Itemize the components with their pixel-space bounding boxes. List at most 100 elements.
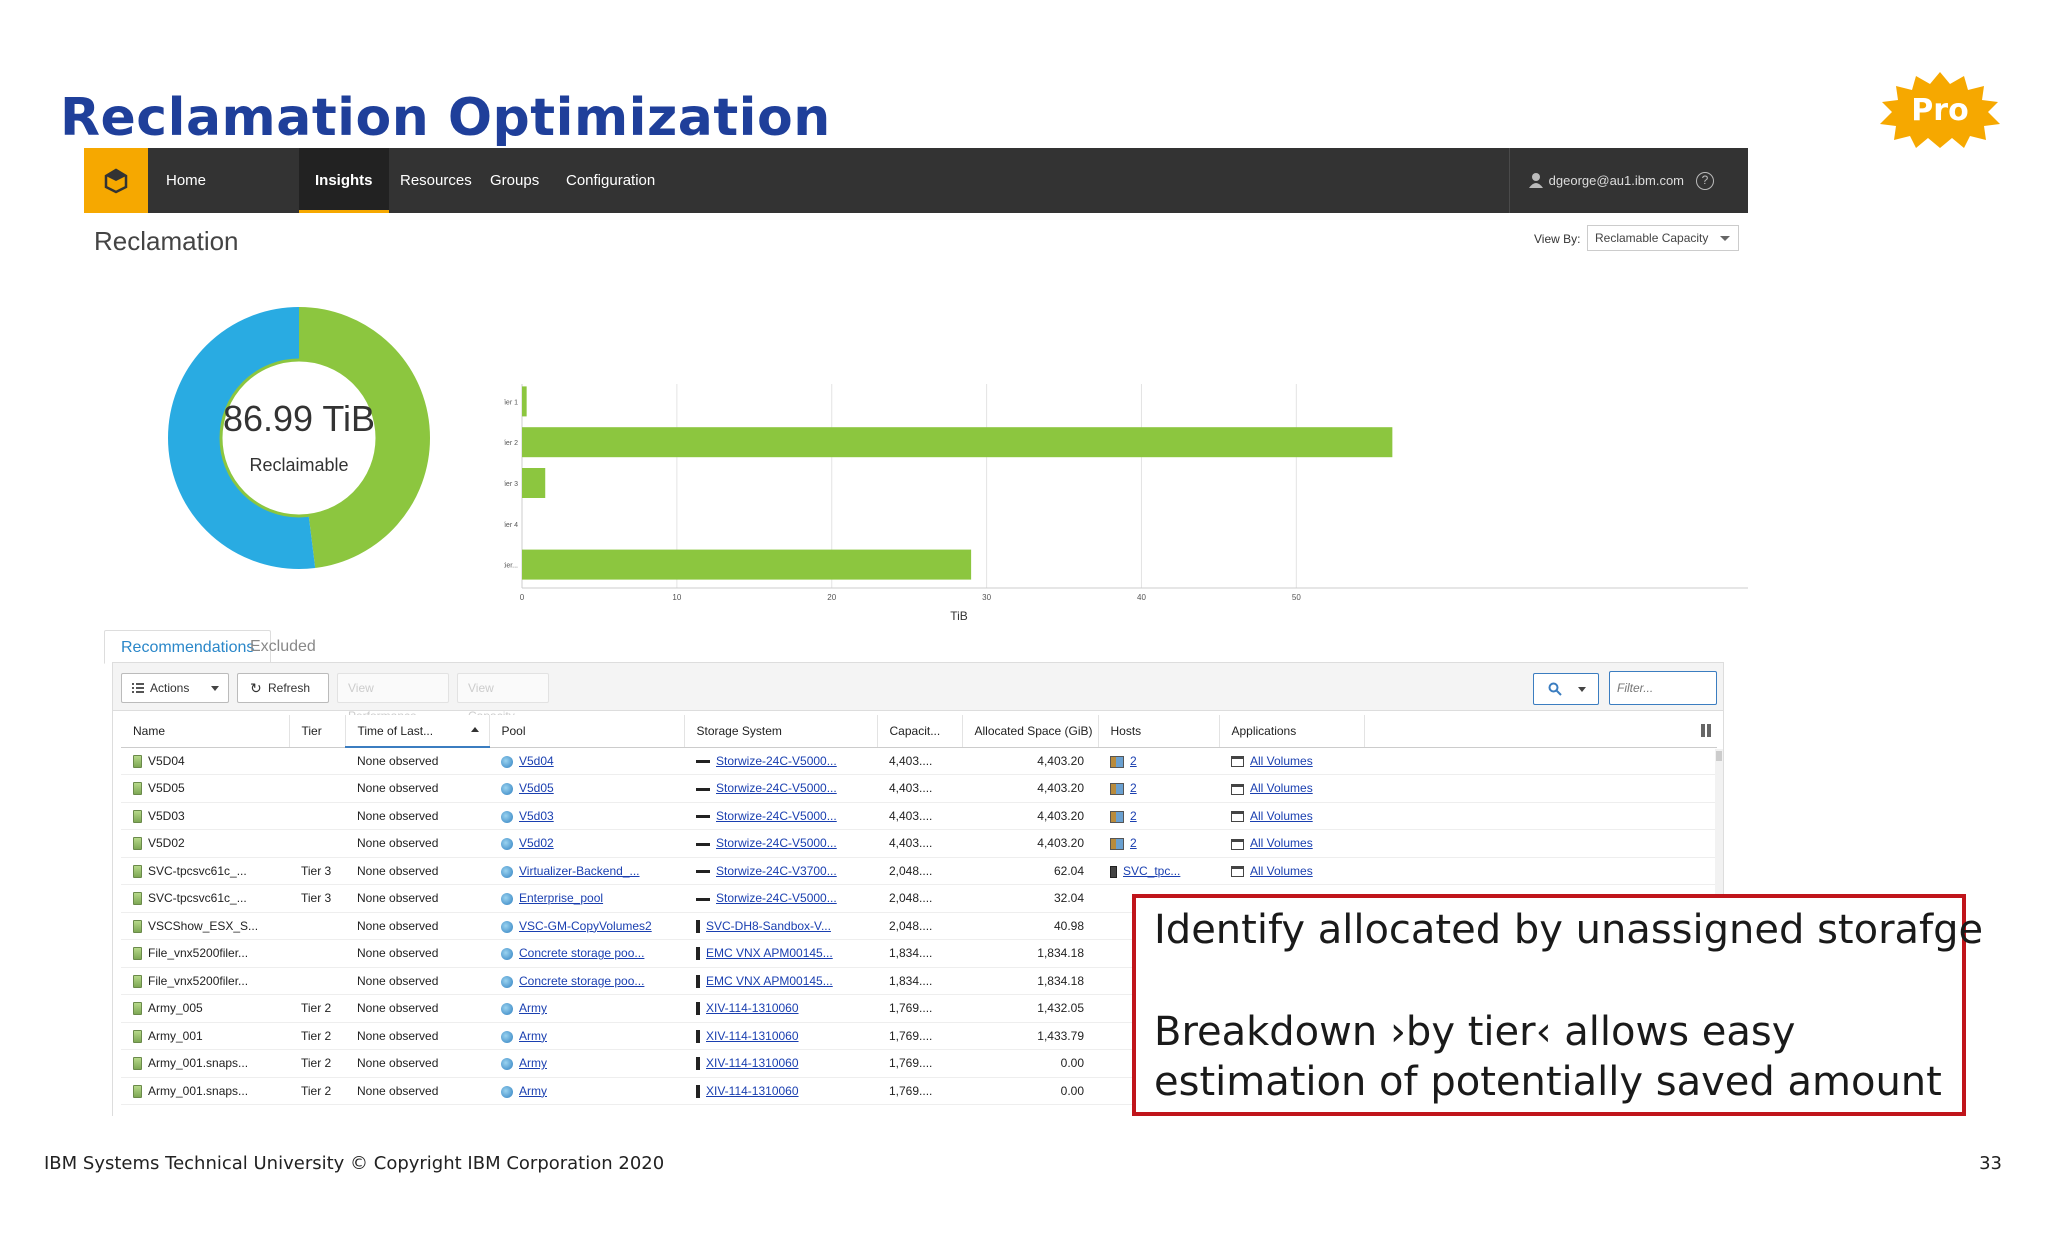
col-capacity[interactable]: Capacit... [877, 715, 963, 748]
tab-excluded[interactable]: Excluded [234, 630, 332, 664]
cell-storage-system: Storwize-24C-V5000... [684, 802, 877, 830]
column-chooser-icon[interactable] [1701, 724, 1711, 737]
col-allocated-space[interactable]: Allocated Space (GiB) [962, 715, 1099, 748]
storage-system-link[interactable]: Storwize-24C-V5000... [716, 809, 837, 823]
hosts-link[interactable]: 2 [1130, 754, 1137, 768]
hosts-link[interactable]: 2 [1130, 836, 1137, 850]
applications-link[interactable]: All Volumes [1250, 836, 1313, 850]
storage-system-link[interactable]: EMC VNX APM00145... [706, 974, 833, 988]
table-row[interactable]: V5D03 None observed V5d03 Storwize-24C-V500… [121, 802, 1717, 830]
cell-hosts: 2 [1098, 774, 1219, 803]
pool-link[interactable]: V5d05 [519, 781, 554, 795]
pool-link[interactable]: VSC-GM-CopyVolumes2 [519, 919, 652, 933]
pool-link[interactable]: V5d02 [519, 836, 554, 850]
cell-tier [289, 774, 345, 803]
pool-link[interactable]: V5d03 [519, 809, 554, 823]
refresh-label: Refresh [268, 681, 311, 695]
storage-system-link[interactable]: Storwize-24C-V3700... [716, 864, 837, 878]
pool-link[interactable]: V5d04 [519, 754, 554, 768]
applications-link[interactable]: All Volumes [1250, 781, 1313, 795]
search-icon [1548, 682, 1562, 696]
pool-icon [501, 1003, 513, 1016]
pool-link[interactable]: Army [519, 1056, 547, 1070]
cell-capacity: 4,403.... [877, 802, 962, 830]
storage-system-icon [696, 1057, 700, 1071]
cell-name: V5D02 [121, 829, 289, 858]
filter-input[interactable] [1609, 671, 1717, 705]
col-tier[interactable]: Tier [289, 715, 346, 748]
x-tick-label: 20 [827, 593, 836, 602]
bar-tier-3[interactable] [522, 468, 546, 498]
nav-configuration[interactable]: Configuration [550, 148, 671, 213]
actions-label: Actions [150, 681, 190, 695]
storage-system-link[interactable]: Storwize-24C-V5000... [716, 781, 837, 795]
volume-name: SVC-tpcsvc61c_... [148, 891, 247, 906]
col-name[interactable]: Name [121, 715, 290, 748]
applications-link[interactable]: All Volumes [1250, 864, 1313, 878]
pool-link[interactable]: Concrete storage poo... [519, 974, 644, 988]
pool-link[interactable]: Enterprise_pool [519, 891, 603, 905]
refresh-button[interactable]: ↻ Refresh [237, 673, 329, 703]
table-row[interactable]: V5D05 None observed V5d05 Storwize-24C-V500… [121, 774, 1717, 803]
app-logo[interactable] [84, 148, 148, 213]
col-storage-system[interactable]: Storage System [684, 715, 878, 748]
applications-link[interactable]: All Volumes [1250, 754, 1313, 768]
storage-system-link[interactable]: XIV-114-1310060 [706, 1056, 799, 1070]
cell-spacer [1364, 747, 1717, 775]
view-capacity-button[interactable]: View Capacity [457, 673, 549, 723]
col-applications[interactable]: Applications [1219, 715, 1365, 748]
cell-allocated: 1,433.79 [962, 1022, 1098, 1050]
volume-name: SVC-tpcsvc61c_... [148, 863, 247, 878]
chevron-down-icon [211, 686, 219, 691]
col-pool[interactable]: Pool [489, 715, 685, 748]
search-button[interactable] [1533, 673, 1599, 705]
pool-link[interactable]: Concrete storage poo... [519, 946, 644, 960]
view-by-select[interactable]: Reclamable Capacity [1587, 225, 1739, 251]
donut-value: 86.99 TiB [222, 398, 376, 439]
hosts-link[interactable]: 2 [1130, 809, 1137, 823]
cell-time: None observed [345, 1077, 489, 1105]
cell-allocated: 0.00 [962, 1077, 1098, 1105]
storage-system-link[interactable]: XIV-114-1310060 [706, 1001, 799, 1015]
storage-system-link[interactable]: Storwize-24C-V5000... [716, 891, 837, 905]
actions-button[interactable]: Actions [121, 673, 229, 703]
nav-groups[interactable]: Groups [474, 148, 555, 213]
view-performance-button[interactable]: View Performance [337, 673, 449, 723]
host-icon [1110, 810, 1124, 823]
pool-link[interactable]: Army [519, 1001, 547, 1015]
pool-link[interactable]: Virtualizer-Backend_... [519, 864, 640, 878]
storage-system-link[interactable]: EMC VNX APM00145... [706, 946, 833, 960]
table-row[interactable]: V5D04 None observed V5d04 Storwize-24C-V500… [121, 747, 1717, 775]
applications-link[interactable]: All Volumes [1250, 809, 1313, 823]
table-row[interactable]: SVC-tpcsvc61c_... Tier 3 None observed Virt… [121, 857, 1717, 885]
y-tick-label: Tier 3 [504, 481, 518, 488]
bar-tier-1[interactable] [522, 386, 527, 417]
pool-link[interactable]: Army [519, 1084, 547, 1098]
help-icon[interactable]: ? [1696, 172, 1714, 190]
nav-insights[interactable]: Insights [299, 148, 389, 213]
pool-icon [501, 1058, 513, 1071]
hosts-link[interactable]: SVC_tpc... [1123, 864, 1180, 878]
nav-resources[interactable]: Resources [384, 148, 488, 213]
storage-system-link[interactable]: XIV-114-1310060 [706, 1084, 799, 1098]
pool-link[interactable]: Army [519, 1029, 547, 1043]
bar-not-tier-[interactable] [522, 549, 972, 580]
storage-system-link[interactable]: XIV-114-1310060 [706, 1029, 799, 1043]
hosts-link[interactable]: 2 [1130, 781, 1137, 795]
cell-name: Army_001 [121, 1022, 289, 1050]
bar-tier-2[interactable] [522, 427, 1393, 458]
storage-system-link[interactable]: Storwize-24C-V5000... [716, 836, 837, 850]
table-row[interactable]: V5D02 None observed V5d02 Storwize-24C-V500… [121, 829, 1717, 858]
nav-home[interactable]: Home [150, 148, 222, 213]
col-hosts[interactable]: Hosts [1098, 715, 1220, 748]
storage-system-icon [696, 760, 710, 764]
storage-system-link[interactable]: SVC-DH8-Sandbox-V... [706, 919, 831, 933]
col-time-of-last[interactable]: Time of Last... [345, 715, 490, 748]
volume-name: Army_005 [148, 1001, 203, 1016]
cell-allocated: 4,403.20 [962, 829, 1098, 858]
storage-system-link[interactable]: Storwize-24C-V5000... [716, 754, 837, 768]
application-icon [1231, 838, 1244, 850]
cell-allocated: 4,403.20 [962, 774, 1098, 803]
user-menu[interactable]: dgeorge@au1.ibm.com [1503, 148, 1684, 213]
list-icon [132, 683, 144, 693]
